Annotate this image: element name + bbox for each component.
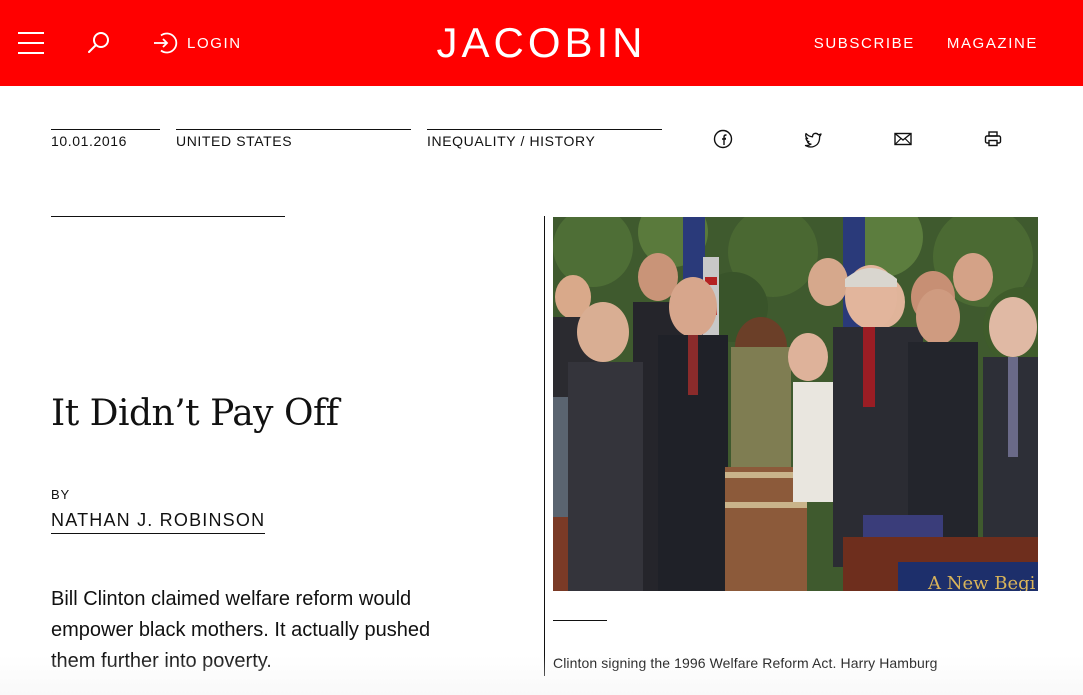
article-dek: Bill Clinton claimed welfare reform woul…	[51, 588, 431, 672]
share-facebook-button[interactable]	[713, 129, 733, 151]
logo-link[interactable]: JACOBIN	[436, 19, 646, 66]
print-button[interactable]	[983, 129, 1003, 151]
twitter-icon	[804, 132, 822, 148]
article-title: It Didn’t Pay Off	[51, 393, 339, 434]
subscribe-link[interactable]: SUBSCRIBE	[814, 35, 915, 52]
region-link[interactable]: UNITED STATES	[176, 129, 411, 149]
caption-rule	[553, 620, 607, 621]
email-icon	[894, 132, 912, 146]
share-email-button[interactable]	[893, 129, 913, 151]
title-rule	[51, 216, 285, 217]
site-header: LOGIN JACOBIN SUBSCRIBE MAGAZINE	[0, 0, 1083, 86]
print-icon	[984, 131, 1002, 147]
search-icon[interactable]	[86, 30, 112, 56]
login-icon	[154, 32, 178, 54]
sign-text: A New Begi	[927, 573, 1036, 591]
share-twitter-button[interactable]	[803, 129, 823, 151]
photo-caption: Clinton signing the 1996 Welfare Reform …	[553, 655, 938, 671]
login-label: LOGIN	[187, 34, 242, 52]
login-button[interactable]: LOGIN	[152, 30, 242, 56]
header-right-nav: SUBSCRIBE MAGAZINE	[782, 0, 1038, 86]
menu-icon[interactable]	[18, 32, 44, 54]
article-date: 10.01.2016	[51, 129, 160, 149]
magazine-link[interactable]: MAGAZINE	[947, 35, 1038, 52]
article-photo: A New Begi	[553, 217, 1038, 591]
facebook-icon	[713, 129, 733, 149]
topics-link[interactable]: INEQUALITY / HISTORY	[427, 129, 662, 149]
byline-label: BY	[51, 487, 70, 502]
author-link[interactable]: NATHAN J. ROBINSON	[51, 510, 266, 534]
column-divider	[544, 216, 545, 676]
header-left-group: LOGIN	[18, 0, 242, 86]
